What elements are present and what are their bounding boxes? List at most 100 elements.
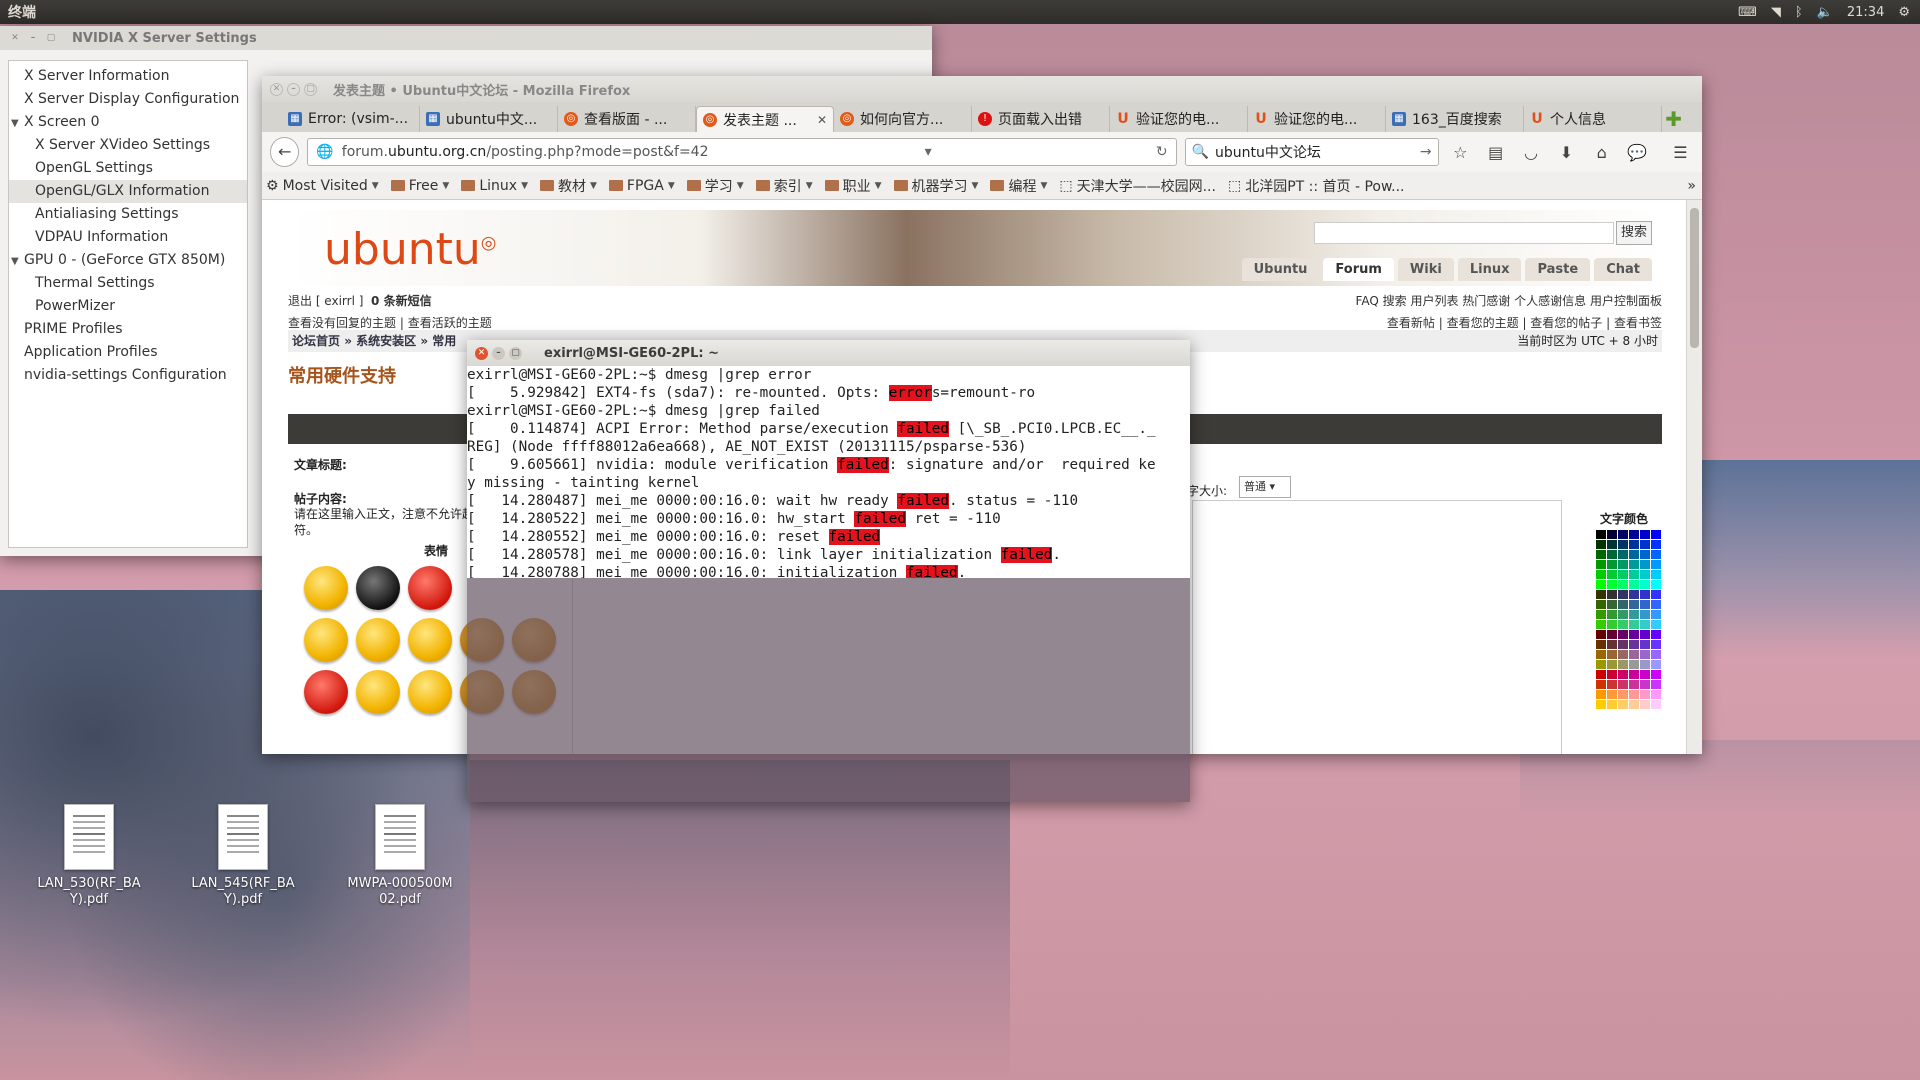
emoticon-bandage-icon[interactable]: [304, 618, 348, 662]
color-swatch[interactable]: [1596, 630, 1606, 639]
unanswered-link[interactable]: 查看没有回复的主题: [288, 316, 396, 330]
color-swatch[interactable]: [1640, 680, 1650, 689]
color-swatch[interactable]: [1629, 620, 1639, 629]
tree-item[interactable]: nvidia-settings Configuration: [9, 364, 247, 387]
color-swatch[interactable]: [1607, 590, 1617, 599]
crumb-home[interactable]: 论坛首页: [292, 330, 340, 352]
color-swatch[interactable]: [1618, 700, 1628, 709]
color-swatch[interactable]: [1596, 620, 1606, 629]
emoticon-tongue-icon[interactable]: [408, 618, 452, 662]
terminal-empty-area[interactable]: [467, 578, 1190, 802]
color-swatch[interactable]: [1618, 600, 1628, 609]
bookmark-item[interactable]: 学习 ▼: [686, 176, 744, 196]
color-swatch[interactable]: [1640, 530, 1650, 539]
color-swatch[interactable]: [1596, 570, 1606, 579]
active-topics-link[interactable]: 查看活跃的主题: [408, 316, 492, 330]
chat-icon[interactable]: 💬: [1623, 143, 1650, 162]
color-swatch[interactable]: [1651, 600, 1661, 609]
tree-item[interactable]: ▼ X Screen 0: [9, 111, 247, 134]
back-button[interactable]: ←: [270, 137, 300, 167]
color-swatch[interactable]: [1640, 670, 1650, 679]
color-swatch[interactable]: [1629, 600, 1639, 609]
color-swatch[interactable]: [1629, 640, 1639, 649]
tree-item[interactable]: Thermal Settings: [9, 272, 247, 295]
color-swatch[interactable]: [1640, 600, 1650, 609]
forum-link[interactable]: 用户控制面板: [1590, 294, 1662, 308]
color-swatch[interactable]: [1618, 640, 1628, 649]
emoticon-shock-icon[interactable]: [356, 566, 400, 610]
bookmark-item[interactable]: 索引 ▼: [755, 176, 813, 196]
color-swatch[interactable]: [1596, 530, 1606, 539]
color-swatch[interactable]: [1651, 680, 1661, 689]
color-swatch[interactable]: [1618, 560, 1628, 569]
color-swatch[interactable]: [1640, 570, 1650, 579]
tree-item[interactable]: X Server Display Configuration: [9, 88, 247, 111]
color-swatch[interactable]: [1651, 580, 1661, 589]
forum-nav-tab[interactable]: Forum: [1323, 258, 1394, 281]
browser-tab[interactable]: ◎ 如何向官方...: [834, 106, 972, 132]
color-swatch[interactable]: [1640, 580, 1650, 589]
forum-heading[interactable]: 常用硬件支持: [288, 362, 396, 388]
tab-close-icon[interactable]: ✕: [817, 113, 827, 127]
wifi-icon[interactable]: ◥: [1771, 5, 1781, 20]
tree-item[interactable]: OpenGL Settings: [9, 157, 247, 180]
terminal-output[interactable]: exirrl@MSI-GE60-2PL:~$ dmesg |grep error…: [467, 366, 1190, 578]
forum-search-input[interactable]: [1314, 222, 1614, 244]
color-swatch[interactable]: [1629, 680, 1639, 689]
new-tab-icon[interactable]: ✚: [1665, 106, 1682, 132]
color-swatch[interactable]: [1629, 670, 1639, 679]
emoticon-angry-icon[interactable]: [408, 566, 452, 610]
tree-item[interactable]: ▼ GPU 0 - (GeForce GTX 850M): [9, 249, 247, 272]
bookmark-item[interactable]: ⚙ Most Visited ▼: [266, 178, 379, 194]
color-swatch[interactable]: [1596, 610, 1606, 619]
search-go-icon[interactable]: →: [1420, 144, 1438, 160]
color-swatch[interactable]: [1640, 650, 1650, 659]
color-swatch[interactable]: [1629, 650, 1639, 659]
color-swatch[interactable]: [1629, 560, 1639, 569]
color-swatch[interactable]: [1596, 600, 1606, 609]
volume-icon[interactable]: 🔈: [1817, 5, 1833, 20]
color-swatch[interactable]: [1651, 670, 1661, 679]
minimize-icon[interactable]: –: [26, 31, 40, 45]
color-swatch[interactable]: [1618, 690, 1628, 699]
home-icon[interactable]: ⌂: [1588, 143, 1615, 162]
post-content-textarea[interactable]: [1192, 500, 1562, 754]
color-swatch[interactable]: [1640, 690, 1650, 699]
page-scrollbar[interactable]: [1686, 200, 1702, 754]
color-swatch[interactable]: [1618, 610, 1628, 619]
color-swatch[interactable]: [1607, 670, 1617, 679]
bookmark-item[interactable]: Linux ▼: [461, 178, 528, 194]
color-swatch[interactable]: [1640, 630, 1650, 639]
browser-tab[interactable]: ▦ ubuntu中文...: [420, 106, 558, 132]
tree-item[interactable]: PowerMizer: [9, 295, 247, 318]
color-swatch[interactable]: [1651, 610, 1661, 619]
url-bar[interactable]: 🌐 forum.ubuntu.org.cn/posting.php?mode=p…: [307, 138, 1177, 166]
site-identity-icon[interactable]: 🌐: [316, 144, 333, 160]
color-swatch[interactable]: [1596, 650, 1606, 659]
scrollbar-thumb[interactable]: [1690, 208, 1699, 348]
forum-search-button[interactable]: 搜索: [1616, 221, 1652, 245]
close-icon[interactable]: ✕: [8, 31, 22, 45]
color-swatch[interactable]: [1640, 700, 1650, 709]
color-swatch[interactable]: [1618, 580, 1628, 589]
color-swatch[interactable]: [1629, 550, 1639, 559]
pocket-icon[interactable]: ◡: [1517, 143, 1544, 162]
color-swatch[interactable]: [1629, 590, 1639, 599]
color-swatch[interactable]: [1596, 690, 1606, 699]
forum-nav-tab[interactable]: Chat: [1594, 258, 1652, 281]
maximize-icon[interactable]: ▢: [509, 346, 522, 360]
bluetooth-icon[interactable]: ᛒ: [1795, 5, 1803, 20]
bookmark-item[interactable]: 教材 ▼: [540, 176, 597, 196]
forum-link[interactable]: 查看您的帖子: [1530, 316, 1602, 330]
bookmark-item[interactable]: ⬚ 北洋园PT :: 首页 - Pow...: [1228, 176, 1405, 196]
forum-link[interactable]: 搜索: [1383, 294, 1407, 308]
color-swatch[interactable]: [1651, 640, 1661, 649]
browser-tab[interactable]: ◎ 发表主题 ... ✕: [696, 106, 834, 132]
emoticon-smile-icon[interactable]: [304, 566, 348, 610]
color-swatch[interactable]: [1596, 670, 1606, 679]
browser-tab[interactable]: ! 页面载入出错: [972, 106, 1110, 132]
tree-item[interactable]: X Server Information: [9, 65, 247, 88]
color-swatch[interactable]: [1596, 680, 1606, 689]
maximize-icon[interactable]: ▢: [44, 31, 58, 45]
color-swatch[interactable]: [1651, 650, 1661, 659]
